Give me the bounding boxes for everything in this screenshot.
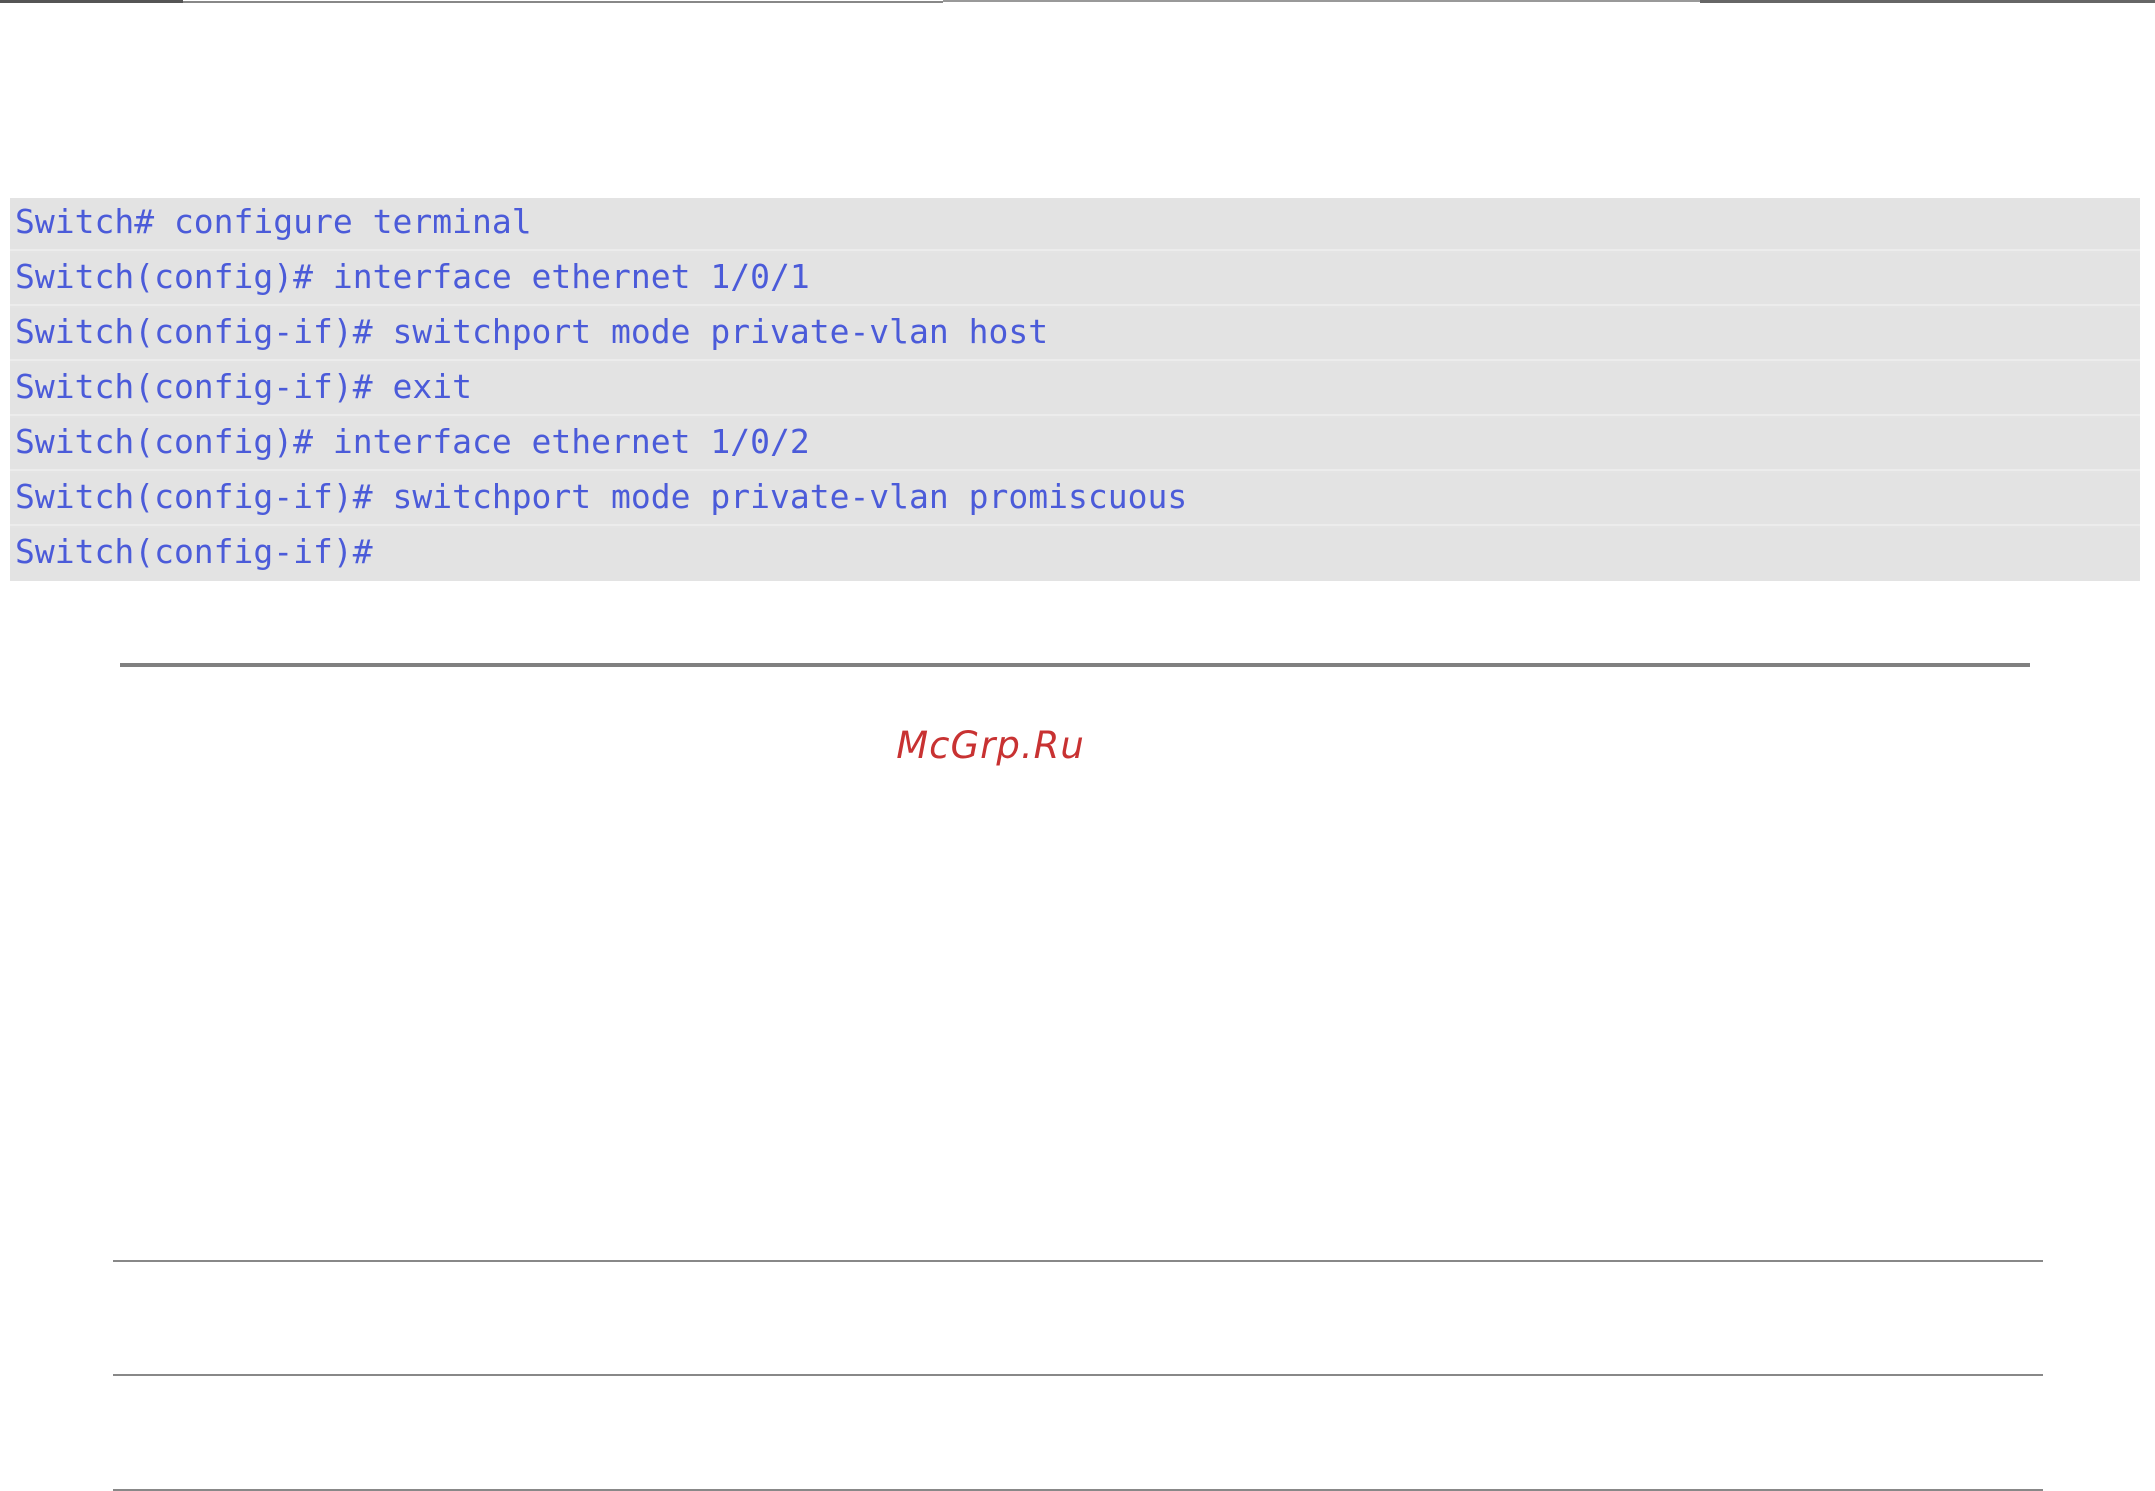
top-border-segment <box>1700 0 2155 3</box>
table-rule <box>113 1374 2043 1376</box>
cli-example-block: Switch# configure terminal Switch(config… <box>10 198 2140 581</box>
top-border-segment <box>0 0 183 3</box>
top-border-segment <box>943 0 1700 2</box>
top-border-segment <box>183 1 943 3</box>
code-line: Switch(config-if)# switchport mode priva… <box>10 308 2140 361</box>
section-divider <box>120 663 2030 667</box>
code-line: Switch(config)# interface ethernet 1/0/2 <box>10 418 2140 471</box>
code-line: Switch(config-if)# switchport mode priva… <box>10 473 2140 526</box>
code-line: Switch(config-if)# exit <box>10 363 2140 416</box>
code-line: Switch(config)# interface ethernet 1/0/1 <box>10 253 2140 306</box>
code-line: Switch# configure terminal <box>10 198 2140 251</box>
watermark-text: McGrp.Ru <box>896 724 1085 767</box>
code-line: Switch(config-if)# <box>10 528 2140 581</box>
table-rule <box>113 1260 2043 1262</box>
watermark: McGrp.Ru <box>0 724 2155 767</box>
